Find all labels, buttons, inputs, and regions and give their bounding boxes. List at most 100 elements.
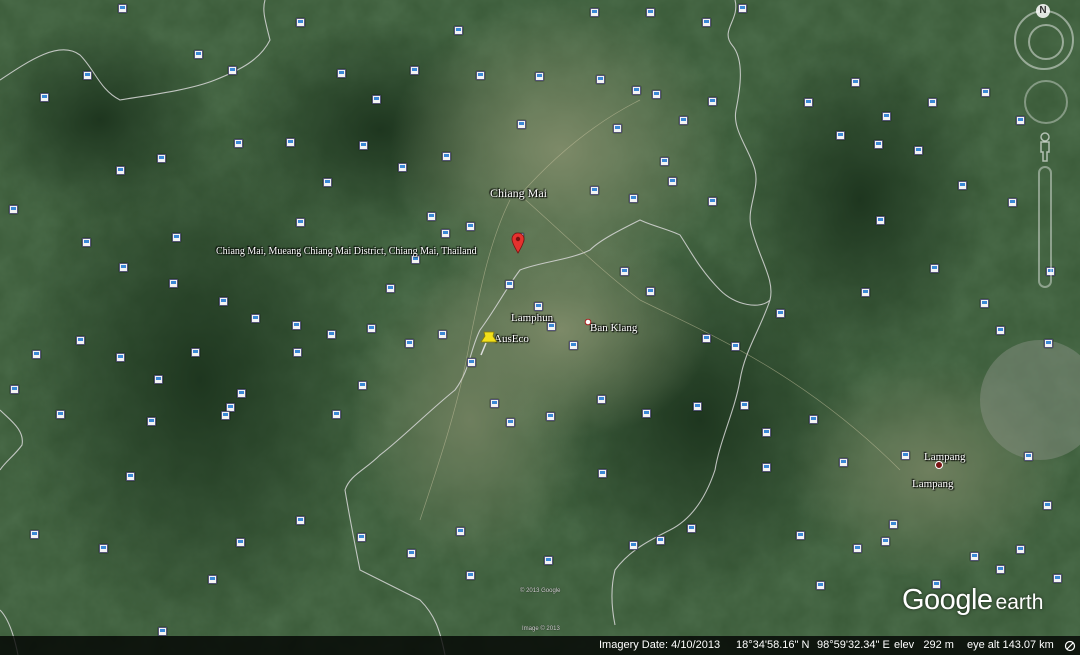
satellite-map[interactable]: Chiang Mai Chiang Mai, Mueang Chiang Mai… xyxy=(0,0,1080,655)
poi-marker-icon[interactable] xyxy=(629,194,638,203)
poi-marker-icon[interactable] xyxy=(506,418,515,427)
poi-marker-icon[interactable] xyxy=(738,4,747,13)
poi-marker-icon[interactable] xyxy=(590,8,599,17)
poi-marker-icon[interactable] xyxy=(30,530,39,539)
poi-marker-icon[interactable] xyxy=(702,334,711,343)
poi-marker-icon[interactable] xyxy=(158,627,167,636)
poi-marker-icon[interactable] xyxy=(1043,501,1052,510)
poi-marker-icon[interactable] xyxy=(1024,452,1033,461)
poi-marker-icon[interactable] xyxy=(652,90,661,99)
poi-marker-icon[interactable] xyxy=(286,138,295,147)
poi-marker-icon[interactable] xyxy=(386,284,395,293)
poi-marker-icon[interactable] xyxy=(337,69,346,78)
poi-marker-icon[interactable] xyxy=(762,428,771,437)
poi-marker-icon[interactable] xyxy=(438,330,447,339)
poi-marker-icon[interactable] xyxy=(119,263,128,272)
poi-marker-icon[interactable] xyxy=(861,288,870,297)
poi-marker-icon[interactable] xyxy=(836,131,845,140)
poi-marker-icon[interactable] xyxy=(620,267,629,276)
poi-marker-icon[interactable] xyxy=(221,411,230,420)
poi-marker-icon[interactable] xyxy=(40,93,49,102)
poi-marker-icon[interactable] xyxy=(442,152,451,161)
poi-marker-icon[interactable] xyxy=(456,527,465,536)
poi-marker-icon[interactable] xyxy=(1016,545,1025,554)
poi-marker-icon[interactable] xyxy=(679,116,688,125)
poi-marker-icon[interactable] xyxy=(881,537,890,546)
poi-marker-icon[interactable] xyxy=(882,112,891,121)
poi-marker-icon[interactable] xyxy=(466,571,475,580)
poi-marker-icon[interactable] xyxy=(293,348,302,357)
poi-marker-icon[interactable] xyxy=(996,565,1005,574)
poi-marker-icon[interactable] xyxy=(693,402,702,411)
poi-marker-icon[interactable] xyxy=(398,163,407,172)
poi-marker-icon[interactable] xyxy=(596,75,605,84)
place-label-lamphun[interactable]: Lamphun xyxy=(511,312,553,324)
poi-marker-icon[interactable] xyxy=(372,95,381,104)
poi-marker-icon[interactable] xyxy=(656,536,665,545)
poi-marker-icon[interactable] xyxy=(517,120,526,129)
poi-marker-icon[interactable] xyxy=(762,463,771,472)
poi-marker-icon[interactable] xyxy=(10,385,19,394)
poi-marker-icon[interactable] xyxy=(876,216,885,225)
poi-marker-icon[interactable] xyxy=(901,451,910,460)
pegman-icon[interactable] xyxy=(1038,132,1052,162)
poi-marker-icon[interactable] xyxy=(219,297,228,306)
poi-marker-icon[interactable] xyxy=(410,66,419,75)
poi-marker-icon[interactable] xyxy=(839,458,848,467)
poi-marker-icon[interactable] xyxy=(467,358,476,367)
poi-marker-icon[interactable] xyxy=(357,533,366,542)
poi-marker-icon[interactable] xyxy=(632,86,641,95)
poi-marker-icon[interactable] xyxy=(804,98,813,107)
poi-marker-icon[interactable] xyxy=(358,381,367,390)
place-label-ban-klang[interactable]: Ban Klang xyxy=(590,322,637,334)
poi-marker-icon[interactable] xyxy=(157,154,166,163)
poi-marker-icon[interactable] xyxy=(731,342,740,351)
poi-marker-icon[interactable] xyxy=(83,71,92,80)
poi-marker-icon[interactable] xyxy=(359,141,368,150)
poi-marker-icon[interactable] xyxy=(296,218,305,227)
poi-marker-icon[interactable] xyxy=(407,549,416,558)
poi-marker-icon[interactable] xyxy=(569,341,578,350)
poi-marker-icon[interactable] xyxy=(809,415,818,424)
poi-marker-icon[interactable] xyxy=(660,157,669,166)
poi-marker-icon[interactable] xyxy=(251,314,260,323)
poi-marker-icon[interactable] xyxy=(405,339,414,348)
poi-marker-icon[interactable] xyxy=(118,4,127,13)
place-label-chiang-mai[interactable]: Chiang Mai xyxy=(490,186,547,201)
poi-marker-icon[interactable] xyxy=(427,212,436,221)
poi-marker-icon[interactable] xyxy=(996,326,1005,335)
poi-marker-icon[interactable] xyxy=(1044,339,1053,348)
poi-marker-icon[interactable] xyxy=(544,556,553,565)
poi-marker-icon[interactable] xyxy=(454,26,463,35)
poi-marker-icon[interactable] xyxy=(169,279,178,288)
poi-marker-icon[interactable] xyxy=(126,472,135,481)
north-indicator[interactable]: N xyxy=(1036,4,1050,18)
poi-marker-icon[interactable] xyxy=(292,321,301,330)
poi-marker-icon[interactable] xyxy=(702,18,711,27)
poi-marker-icon[interactable] xyxy=(590,186,599,195)
poi-marker-icon[interactable] xyxy=(629,541,638,550)
red-placemark-icon[interactable] xyxy=(511,232,525,254)
place-label-lampang-2[interactable]: Lampang xyxy=(912,478,954,490)
poi-marker-icon[interactable] xyxy=(116,353,125,362)
poi-marker-icon[interactable] xyxy=(147,417,156,426)
poi-marker-icon[interactable] xyxy=(546,412,555,421)
poi-marker-icon[interactable] xyxy=(646,287,655,296)
compass-ring[interactable]: N xyxy=(1014,4,1074,70)
poi-marker-icon[interactable] xyxy=(535,72,544,81)
poi-marker-icon[interactable] xyxy=(642,409,651,418)
poi-marker-icon[interactable] xyxy=(505,280,514,289)
poi-marker-icon[interactable] xyxy=(228,66,237,75)
poi-marker-icon[interactable] xyxy=(441,229,450,238)
poi-marker-icon[interactable] xyxy=(9,205,18,214)
place-label-lampang-1[interactable]: Lampang xyxy=(924,451,966,463)
poi-marker-icon[interactable] xyxy=(816,581,825,590)
poi-marker-icon[interactable] xyxy=(237,389,246,398)
poi-marker-icon[interactable] xyxy=(234,139,243,148)
city-marker-icon[interactable] xyxy=(934,460,944,470)
poi-marker-icon[interactable] xyxy=(466,222,475,231)
poi-marker-icon[interactable] xyxy=(874,140,883,149)
poi-marker-icon[interactable] xyxy=(208,575,217,584)
poi-marker-icon[interactable] xyxy=(708,197,717,206)
poi-marker-icon[interactable] xyxy=(958,181,967,190)
